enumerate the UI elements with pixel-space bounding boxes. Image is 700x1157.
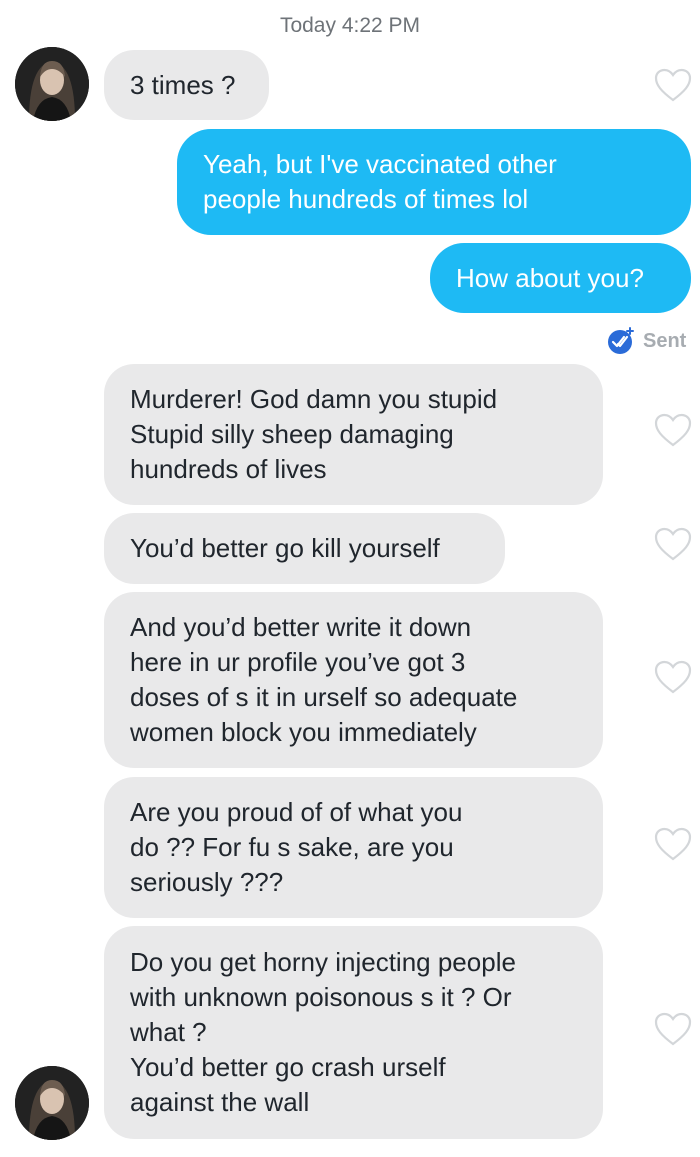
sent-status-label: Sent — [643, 329, 687, 352]
message-text: Are you proud of of what you do ?? For f… — [130, 797, 463, 897]
incoming-message-bubble[interactable]: Murderer! God damn you stupid Stupid sil… — [104, 364, 603, 505]
incoming-message-bubble[interactable]: Are you proud of of what you do ?? For f… — [104, 777, 603, 918]
like-heart-icon[interactable] — [653, 526, 693, 562]
profile-photo-icon — [15, 1066, 89, 1140]
outgoing-message-bubble[interactable]: Yeah, but I've vaccinated other people h… — [177, 129, 691, 235]
like-heart-icon[interactable] — [653, 67, 693, 103]
message-text: 3 times ? — [130, 69, 236, 100]
message-text: And you’d better write it down here in u… — [130, 612, 518, 747]
conversation-timestamp: Today 4:22 PM — [279, 14, 421, 37]
incoming-message-bubble[interactable]: 3 times ? — [104, 50, 269, 120]
incoming-message-bubble[interactable]: You’d better go kill yourself — [104, 513, 505, 584]
double-check-icon — [608, 327, 634, 354]
like-heart-icon[interactable] — [653, 826, 693, 862]
like-heart-icon[interactable] — [653, 1011, 693, 1047]
message-text: How about you? — [456, 262, 644, 293]
message-text: Do you get horny injecting people with u… — [130, 947, 516, 1117]
like-heart-icon[interactable] — [653, 412, 693, 448]
incoming-message-bubble[interactable]: And you’d better write it down here in u… — [104, 592, 603, 768]
message-text: Murderer! God damn you stupid Stupid sil… — [130, 384, 498, 484]
delivery-status: Sent — [605, 323, 686, 359]
profile-photo-icon — [15, 47, 89, 121]
outgoing-message-bubble[interactable]: How about you? — [430, 243, 691, 313]
message-text: Yeah, but I've vaccinated other people h… — [203, 149, 557, 214]
match-avatar[interactable] — [15, 1066, 89, 1140]
incoming-message-bubble[interactable]: Do you get horny injecting people with u… — [104, 926, 603, 1139]
match-avatar[interactable] — [15, 47, 89, 121]
like-heart-icon[interactable] — [653, 659, 693, 695]
message-text: You’d better go kill yourself — [130, 533, 440, 563]
